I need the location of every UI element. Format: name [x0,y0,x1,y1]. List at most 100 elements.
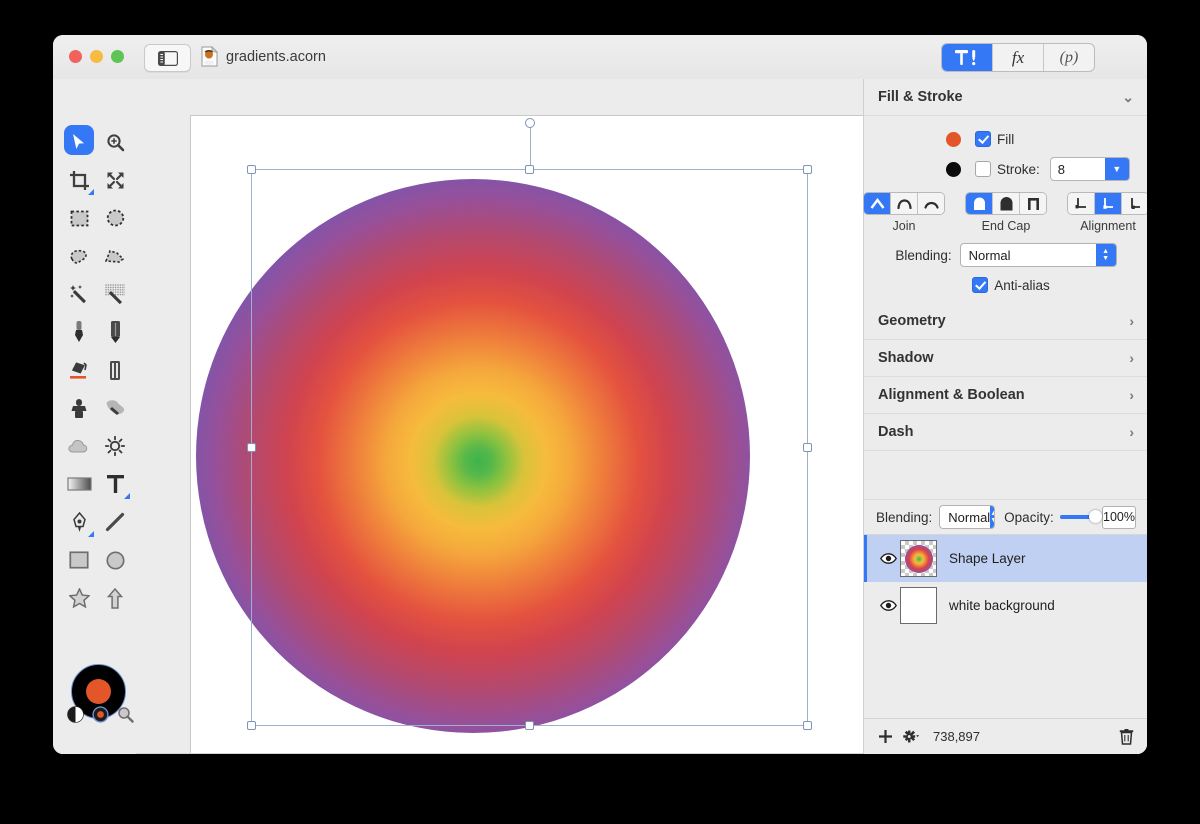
chevron-right-icon[interactable]: › [1129,350,1134,366]
smudge-tool[interactable] [97,389,133,427]
miter-join-button[interactable] [864,193,891,214]
trash-icon[interactable] [1119,728,1134,745]
sidebar-toggle-button[interactable] [144,44,191,72]
opacity-knob[interactable] [1089,510,1103,523]
anti-alias-checkbox[interactable] [972,277,989,293]
tool-submenu-indicator[interactable] [88,531,94,537]
bevel-join-button[interactable] [918,193,944,214]
butt-cap-button[interactable] [966,193,993,214]
popup-arrows-icon[interactable]: ▲▼ [1095,244,1116,266]
polygon-lasso-tool[interactable] [97,237,133,275]
swap-colors-icon[interactable] [67,706,84,723]
layer-blending-popup[interactable]: Normal ▲▼ [939,505,996,529]
eye-icon[interactable] [876,553,900,564]
chevron-right-icon[interactable]: › [1129,387,1134,403]
projecting-cap-button[interactable] [1020,193,1046,214]
align-inside-button[interactable] [1068,193,1095,214]
move-tool[interactable] [61,123,97,161]
stroke-checkbox[interactable] [975,161,991,177]
handle-bottom-center[interactable] [525,721,534,730]
ellipse-select-tool[interactable] [97,199,133,237]
layer-thumbnail[interactable] [900,540,937,577]
stroke-width-stepper[interactable]: 8 ▼ [1049,157,1130,181]
magic-wand-icon [70,285,86,304]
document-title: gradients.acorn [226,48,326,65]
butt-cap-icon [973,197,985,210]
reset-colors-icon[interactable] [92,706,109,723]
gear-dropdown-icon[interactable] [903,729,919,744]
section-shadow[interactable]: Shadow › [864,340,1147,377]
layer-row-shape-layer[interactable]: Shape Layer [864,535,1147,582]
pencil-tool[interactable] [97,313,133,351]
lasso-tool[interactable] [61,237,97,275]
align-center-button[interactable] [1095,193,1122,214]
text-tool[interactable] [97,465,133,503]
layer-row-white-background[interactable]: white background [864,582,1147,629]
rotation-handle[interactable] [524,118,535,128]
zoom-tool[interactable] [97,123,133,161]
acorn-document-icon [201,46,218,67]
crop-tool[interactable] [61,161,97,199]
round-cap-button[interactable] [993,193,1020,214]
opacity-value[interactable]: 100% [1102,505,1136,529]
chevron-right-icon[interactable]: › [1129,424,1134,440]
layer-thumbnail[interactable] [900,587,937,624]
star-tool[interactable] [61,579,97,617]
eraser-tool[interactable] [97,351,133,389]
round-join-button[interactable] [891,193,918,214]
hammer-pen-icon [955,50,976,66]
chevron-down-icon[interactable]: ⌄ [1122,89,1134,106]
rect-select-tool[interactable] [61,199,97,237]
tab-tools[interactable] [942,44,993,71]
dodge-burn-tool[interactable] [97,427,133,465]
handle-top-center[interactable] [525,165,534,174]
shape-blending-popup[interactable]: Normal ▲ ▼ [959,243,1117,267]
handle-bottom-left[interactable] [247,721,256,730]
tab-effects[interactable]: fx [993,44,1044,71]
rectangle-tool[interactable] [61,541,97,579]
layer-name[interactable]: Shape Layer [949,551,1026,566]
tab-presets[interactable]: (p) [1044,44,1094,71]
fill-checkbox[interactable] [975,131,991,147]
minimize-button[interactable] [90,50,103,63]
handle-top-left[interactable] [247,165,256,174]
handle-bottom-right[interactable] [803,721,812,730]
section-geometry[interactable]: Geometry › [864,303,1147,340]
instant-alpha-tool[interactable] [97,275,133,313]
stroke-width-value[interactable]: 8 [1051,162,1105,177]
tool-submenu-indicator[interactable] [88,189,94,195]
arrow-tool[interactable] [97,579,133,617]
section-alignment-boolean[interactable]: Alignment & Boolean › [864,377,1147,414]
handle-top-right[interactable] [803,165,812,174]
canvas-frame[interactable] [190,115,864,754]
line-tool[interactable] [97,503,133,541]
clone-stamp-tool[interactable] [61,389,97,427]
foreground-color-swatch[interactable] [86,679,111,704]
gradient-tool[interactable] [61,465,97,503]
stroke-color-swatch[interactable] [946,161,961,177]
blur-tool[interactable] [61,427,97,465]
fill-color-swatch[interactable] [946,131,961,147]
close-button[interactable] [69,50,82,63]
magnifier-icon[interactable] [117,706,134,723]
stepper-down-icon[interactable]: ▼ [1104,158,1129,180]
transform-tool[interactable] [97,161,133,199]
tool-submenu-indicator[interactable] [124,493,130,499]
section-fill-stroke-header[interactable]: Fill & Stroke ⌄ [864,79,1147,116]
brush-tool[interactable] [61,313,97,351]
eye-icon[interactable] [876,600,900,611]
handle-middle-left[interactable] [247,443,256,452]
zoom-button[interactable] [111,50,124,63]
ellipse-tool[interactable] [97,541,133,579]
pen-tool[interactable] [61,503,97,541]
chevron-right-icon[interactable]: › [1129,313,1134,329]
align-outside-button[interactable] [1122,193,1147,214]
layer-name[interactable]: white background [949,598,1055,613]
popup-arrows-icon[interactable]: ▲▼ [990,506,995,528]
plus-icon[interactable] [878,729,893,744]
paint-bucket-tool[interactable] [61,351,97,389]
magic-wand-tool[interactable] [61,275,97,313]
handle-middle-right[interactable] [803,443,812,452]
section-dash[interactable]: Dash › [864,414,1147,451]
opacity-slider[interactable] [1059,510,1103,523]
